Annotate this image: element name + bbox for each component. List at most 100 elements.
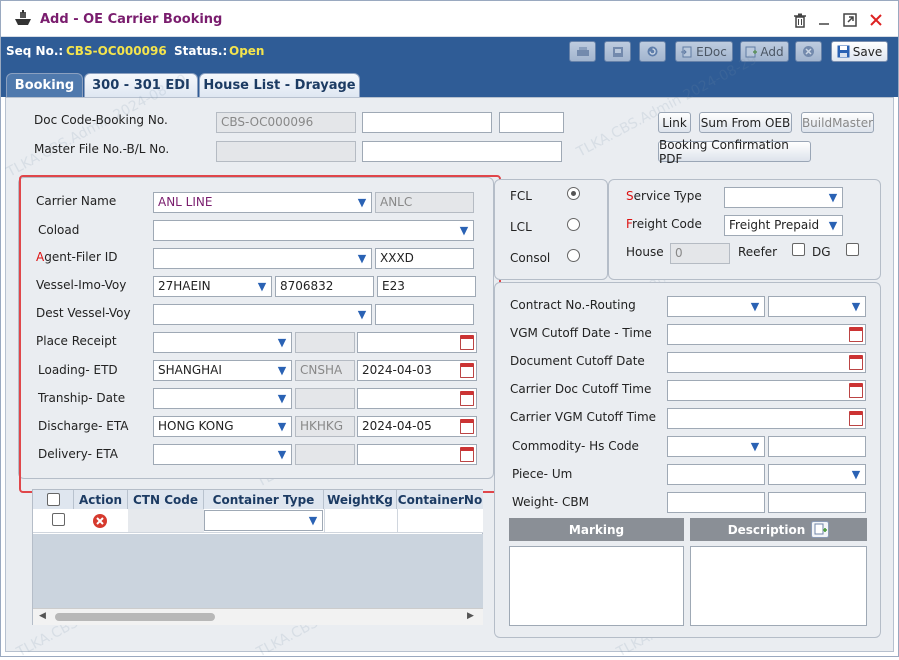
col-ctn-code[interactable]: CTN Code: [128, 490, 204, 509]
house-field[interactable]: 0: [670, 243, 730, 264]
carrier-code-field[interactable]: ANLC: [375, 192, 474, 213]
fcl-radio[interactable]: [567, 187, 580, 200]
row-checkbox[interactable]: [52, 513, 65, 526]
tab-house-list-drayage[interactable]: House List - Drayage: [199, 73, 360, 97]
print-button[interactable]: [569, 41, 596, 62]
master-file-field[interactable]: [216, 141, 356, 162]
place-receipt-select[interactable]: ▼: [153, 332, 292, 353]
lcl-radio[interactable]: [567, 218, 580, 231]
sum-from-oeb-button[interactable]: Sum From OEB: [699, 112, 792, 133]
agent-filer-select[interactable]: ▼: [153, 248, 372, 269]
tranship-code[interactable]: [295, 388, 355, 409]
reefer-checkbox[interactable]: [792, 243, 805, 256]
description-textarea[interactable]: [690, 546, 867, 626]
booking-no-extra-field[interactable]: [499, 112, 564, 133]
loading-code[interactable]: CNSHA: [295, 360, 355, 381]
calendar-icon[interactable]: [460, 363, 474, 378]
freight-code-select[interactable]: Freight Prepaid ▼: [724, 215, 843, 236]
select-all-checkbox[interactable]: [46, 493, 60, 506]
tranship-date[interactable]: [357, 388, 477, 409]
place-receipt-code[interactable]: [295, 332, 355, 353]
coload-select[interactable]: ▼: [153, 220, 474, 241]
contract-select[interactable]: ▼: [667, 296, 765, 317]
edoc-button[interactable]: EDoc: [675, 41, 733, 62]
col-action[interactable]: Action: [74, 490, 128, 509]
col-container-type[interactable]: Container Type: [204, 490, 324, 509]
carrier-name-select[interactable]: ANL LINE ▼: [153, 192, 372, 213]
um-select[interactable]: ▼: [768, 464, 866, 485]
calendar-icon[interactable]: [849, 355, 863, 370]
discharge-date[interactable]: 2024-04-05: [357, 416, 477, 437]
booking-no-field[interactable]: [362, 112, 492, 133]
piece-field[interactable]: [667, 464, 765, 485]
voyage-field[interactable]: E23: [377, 276, 476, 297]
calendar-icon[interactable]: [849, 327, 863, 342]
marking-textarea[interactable]: [509, 546, 684, 626]
doc-code-field[interactable]: CBS-OC000096: [216, 112, 356, 133]
delivery-eta-label: Delivery- ETA: [38, 447, 118, 461]
calendar-icon[interactable]: [460, 419, 474, 434]
horizontal-scrollbar[interactable]: ◀ ▶: [33, 608, 483, 625]
vessel-select[interactable]: 27HAEIN ▼: [153, 276, 272, 297]
dg-label: DG: [812, 245, 831, 259]
calendar-icon[interactable]: [849, 383, 863, 398]
link-button[interactable]: Link: [658, 112, 691, 133]
refresh-button[interactable]: [639, 41, 666, 62]
dg-checkbox[interactable]: [846, 243, 859, 256]
consol-radio[interactable]: [567, 249, 580, 262]
discharge-select[interactable]: HONG KONG ▼: [153, 416, 292, 437]
calendar-icon[interactable]: [460, 391, 474, 406]
delivery-code[interactable]: [295, 444, 355, 465]
col-container-no[interactable]: ContainerNo: [397, 490, 483, 509]
loading-select[interactable]: SHANGHAI ▼: [153, 360, 292, 381]
container-type-select[interactable]: ▼: [204, 510, 323, 531]
weight-cell[interactable]: [324, 509, 397, 532]
copy-button[interactable]: [604, 41, 631, 62]
weight-field[interactable]: [667, 492, 765, 513]
buildmaster-button[interactable]: BuildMaster: [801, 112, 874, 133]
delete-row-icon[interactable]: [92, 513, 108, 529]
vgm-cutoff-field[interactable]: [667, 324, 866, 345]
cbm-field[interactable]: [768, 492, 866, 513]
cancel-button[interactable]: [795, 41, 822, 62]
trash-icon[interactable]: [791, 11, 809, 29]
tranship-select[interactable]: ▼: [153, 388, 292, 409]
agent-filer-code-field[interactable]: XXXD: [375, 248, 474, 269]
discharge-code[interactable]: HKHKG: [295, 416, 355, 437]
add-description-icon[interactable]: [811, 521, 830, 538]
close-icon[interactable]: [867, 11, 885, 29]
minimize-icon[interactable]: [815, 11, 833, 29]
carrier-doc-cutoff-field[interactable]: [667, 380, 866, 401]
booking-confirmation-pdf-button[interactable]: Booking Confirmation PDF: [658, 138, 811, 166]
seq-no-label: Seq No.:: [6, 44, 64, 58]
scrollbar-thumb[interactable]: [55, 613, 215, 621]
doc-cutoff-field[interactable]: [667, 352, 866, 373]
container-no-cell[interactable]: [397, 509, 483, 532]
service-type-select[interactable]: ▼: [724, 187, 843, 208]
ctn-code-cell[interactable]: [128, 509, 204, 532]
tranship-date-label: Tranship- Date: [38, 391, 126, 405]
add-button[interactable]: Add: [740, 41, 789, 62]
loading-date[interactable]: 2024-04-03: [357, 360, 477, 381]
calendar-icon[interactable]: [849, 411, 863, 426]
commodity-select[interactable]: ▼: [667, 436, 765, 457]
save-button[interactable]: Save: [831, 41, 888, 62]
calendar-icon[interactable]: [460, 447, 474, 462]
restore-icon[interactable]: [841, 11, 859, 29]
place-receipt-date[interactable]: [357, 332, 477, 353]
calendar-icon[interactable]: [460, 335, 474, 350]
routing-select[interactable]: ▼: [768, 296, 866, 317]
dest-vessel-select[interactable]: ▼: [153, 304, 372, 325]
tab-booking[interactable]: Booking: [6, 73, 83, 97]
tab-300-301-edi[interactable]: 300 - 301 EDI: [84, 73, 198, 97]
carrier-vgm-cutoff-field[interactable]: [667, 408, 866, 429]
dest-voyage-field[interactable]: [375, 304, 474, 325]
delivery-select[interactable]: ▼: [153, 444, 292, 465]
bl-no-field[interactable]: [362, 141, 562, 162]
hs-code-field[interactable]: [768, 436, 866, 457]
scroll-left-icon[interactable]: ◀: [39, 611, 46, 621]
col-weight-kg[interactable]: WeightKg: [324, 490, 397, 509]
delivery-date[interactable]: [357, 444, 477, 465]
scroll-right-icon[interactable]: ▶: [467, 611, 474, 621]
imo-field[interactable]: 8706832: [275, 276, 374, 297]
